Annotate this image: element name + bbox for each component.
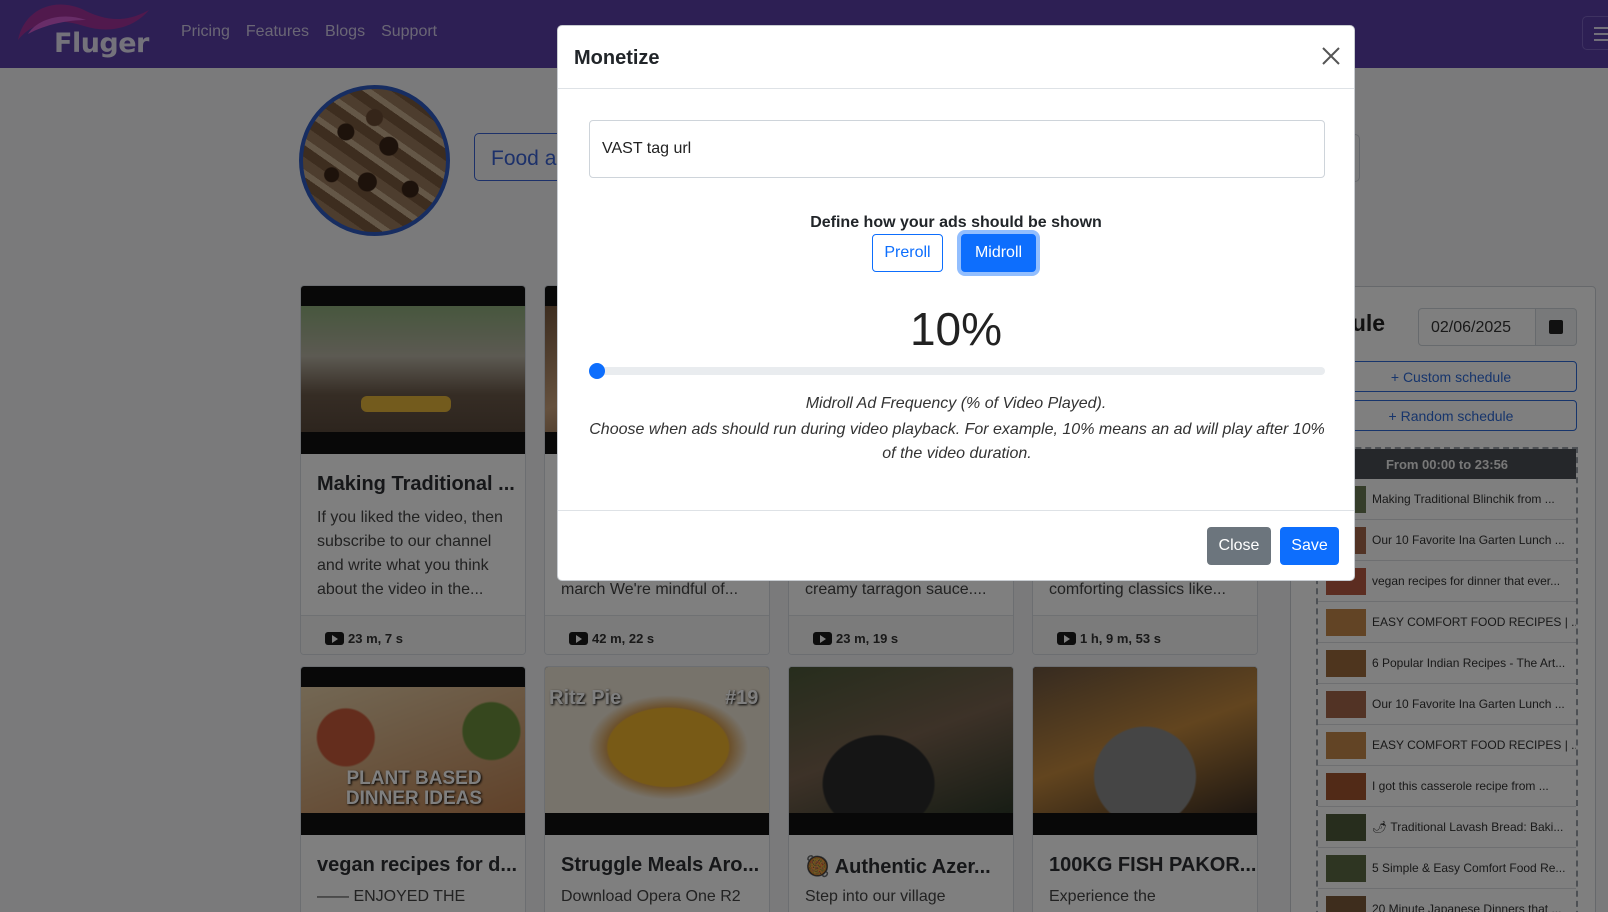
slider-track xyxy=(589,367,1325,375)
save-button[interactable]: Save xyxy=(1280,527,1339,565)
monetize-modal: Monetize Define how your ads should be s… xyxy=(557,25,1355,581)
midroll-button[interactable]: Midroll xyxy=(961,234,1036,272)
preroll-button[interactable]: Preroll xyxy=(872,234,943,272)
modal-header: Monetize xyxy=(558,26,1354,89)
slider-thumb[interactable] xyxy=(589,363,605,379)
vast-tag-url-input[interactable] xyxy=(589,120,1325,178)
modal-title: Monetize xyxy=(574,47,660,69)
close-button[interactable]: Close xyxy=(1207,527,1271,565)
frequency-percent-display: 10% xyxy=(909,303,1003,355)
frequency-description: Choose when ads should run during video … xyxy=(589,421,1325,462)
ad-mode-label: Define how your ads should be shown xyxy=(810,214,1102,231)
close-icon[interactable] xyxy=(1319,44,1343,68)
modal-footer: Close Save xyxy=(558,510,1354,582)
frequency-label: Midroll Ad Frequency (% of Video Played)… xyxy=(805,395,1107,412)
frequency-slider[interactable] xyxy=(589,361,1325,381)
